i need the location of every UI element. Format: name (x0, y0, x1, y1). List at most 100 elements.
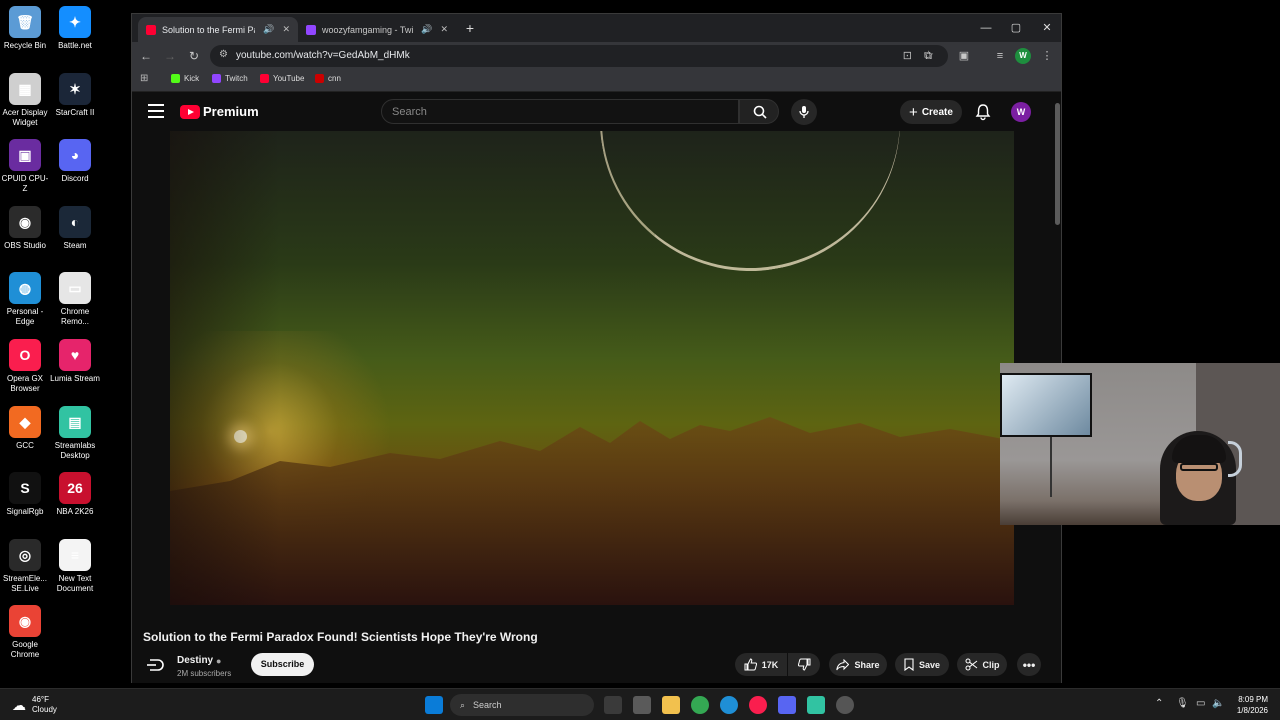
streamlabs-taskbar-icon[interactable] (807, 696, 825, 714)
desktop-icon[interactable]: 🗑 Recycle Bin (0, 6, 50, 51)
desktop-app-icon: ◎ (9, 538, 41, 571)
desktop-icon-label: New Text Document (56, 573, 94, 593)
desktop-app-icon: ▭ (59, 272, 91, 305)
dislike-button[interactable] (788, 653, 820, 676)
save-button[interactable]: Save (895, 653, 949, 676)
desktop-icon[interactable]: ◉ OBS Studio (0, 205, 50, 251)
search-input[interactable]: Search (381, 99, 739, 124)
address-bar[interactable]: ⚙ youtube.com/watch?v=GedAbM_dHMk ⊡ ☆ (210, 45, 948, 67)
more-actions-button[interactable]: ••• (1017, 653, 1041, 676)
tab-title: woozyfamgaming - Twitch (322, 24, 414, 35)
desktop-app-icon: ♥ (59, 339, 91, 371)
desktop-icon[interactable]: O Opera GX Browser (0, 339, 50, 394)
audio-icon[interactable]: 🔊 (421, 24, 432, 35)
desktop-icon[interactable]: ♥ Lumia Stream (50, 339, 100, 384)
site-info-icon[interactable]: ⚙ (219, 49, 228, 60)
back-arrow-icon[interactable]: ← (137, 47, 155, 65)
desktop-icon[interactable]: ▭ Chrome Remo... (50, 272, 100, 327)
network-icon[interactable]: ▭ (1196, 698, 1205, 709)
forward-arrow-icon[interactable]: → (161, 47, 179, 65)
desktop-icon[interactable]: ◕ Discord (50, 139, 100, 184)
desktop-icon[interactable]: ◐ Steam (50, 205, 100, 251)
twitch-favicon-icon (306, 24, 316, 35)
media-control-icon[interactable]: ≡ (992, 48, 1008, 64)
streamer-headset (1228, 441, 1242, 477)
desktop-app-icon: ✶ (59, 72, 91, 105)
url-text: youtube.com/watch?v=GedAbM_dHMk (236, 50, 410, 61)
channel-name[interactable]: Destiny (177, 655, 213, 666)
settings-taskbar-icon[interactable] (836, 696, 854, 714)
audio-icon[interactable]: 🔊 (263, 24, 274, 35)
close-tab-icon[interactable]: ✕ (440, 24, 448, 35)
clock[interactable]: 8:09 PM 1/8/2026 (1237, 694, 1268, 716)
desktop-icon[interactable]: ▦ Acer Display Widget (0, 72, 50, 128)
discord-taskbar-icon[interactable] (778, 696, 796, 714)
youtube-logo[interactable]: Premium (180, 104, 259, 119)
desktop-icon[interactable]: ◉ Google Chrome (0, 605, 50, 660)
chrome-taskbar-icon[interactable] (691, 696, 709, 714)
search-button[interactable] (739, 99, 779, 124)
desktop-icon[interactable]: S SignalRgb (0, 472, 50, 517)
reload-icon[interactable]: ↻ (185, 47, 203, 65)
hamburger-menu-icon[interactable] (148, 104, 164, 118)
subscribe-button[interactable]: Subscribe (251, 653, 314, 676)
desktop-icon[interactable]: ◆ GCC (0, 405, 50, 451)
bookmark-twitch[interactable]: Twitch (212, 74, 248, 83)
taskbar-search[interactable]: ⌕ Search (450, 694, 594, 716)
opera-gx-taskbar-icon[interactable] (749, 696, 767, 714)
desktop-icon[interactable]: ✦ Battle.net (50, 6, 100, 51)
desktop-icon-label: StreamEle... SE.Live (2, 573, 47, 593)
video-player[interactable] (170, 131, 1014, 605)
bookmark-kick[interactable]: Kick (171, 74, 199, 83)
desktop-icon-label: Battle.net (58, 41, 92, 50)
desktop-icon[interactable]: ▣ CPUID CPU-Z (0, 139, 50, 194)
volume-icon[interactable]: 🔈 (1212, 698, 1224, 709)
desktop-icon[interactable]: ≡ New Text Document (50, 538, 100, 594)
thumbs-down-icon (797, 658, 810, 671)
weather-widget[interactable]: ☁ 46°F Cloudy (12, 695, 57, 715)
profile-avatar[interactable]: W (1015, 48, 1031, 64)
desktop-icon-label: Personal - Edge (6, 307, 44, 327)
file-explorer-icon[interactable] (662, 696, 680, 714)
clip-button[interactable]: Clip (957, 653, 1007, 676)
microphone-icon (799, 106, 809, 118)
like-button[interactable]: 17K (735, 653, 787, 676)
voice-search-button[interactable] (791, 99, 817, 125)
desktop-icon[interactable]: ▤ Streamlabs Desktop (50, 405, 100, 461)
new-tab-button[interactable]: + (459, 19, 481, 37)
task-view-icon[interactable] (604, 696, 622, 714)
tray-chevron-icon[interactable]: ⌃ (1155, 698, 1163, 709)
widgets-icon[interactable] (633, 696, 651, 714)
extensions-icon[interactable]: ⧉ (920, 48, 936, 64)
close-tab-icon[interactable]: ✕ (282, 24, 290, 35)
apps-grid-icon[interactable]: ⊞ (140, 73, 148, 84)
install-app-icon[interactable]: ⊡ (903, 49, 912, 62)
desktop-icon[interactable]: ◍ Personal - Edge (0, 272, 50, 327)
account-avatar[interactable]: W (1011, 102, 1031, 122)
bookmark-youtube[interactable]: YouTube (260, 74, 304, 83)
minimize-button[interactable]: — (975, 19, 997, 37)
notifications-bell-icon[interactable] (974, 103, 992, 121)
scrollbar-thumb[interactable] (1055, 103, 1060, 225)
desktop-icon[interactable]: ◎ StreamEle... SE.Live (0, 538, 50, 594)
desktop-icon-label: GCC (16, 440, 34, 450)
desktop-icon-label: Google Chrome (10, 640, 40, 660)
create-button[interactable]: + Create (900, 100, 962, 124)
share-button[interactable]: Share (829, 653, 887, 676)
desktop-icon[interactable]: ✶ StarCraft II (50, 72, 100, 118)
tab-twitch[interactable]: woozyfamgaming - Twitch 🔊 ✕ (298, 17, 456, 42)
microphone-tray-icon[interactable]: 🎙 (1176, 698, 1189, 709)
bookmark-cnn[interactable]: cnn (315, 74, 341, 83)
windows-start-icon[interactable] (425, 696, 443, 714)
bookmarks-bar: ⊞ Kick Twitch YouTube cnn (132, 70, 1061, 92)
edge-taskbar-icon[interactable] (720, 696, 738, 714)
close-window-button[interactable]: ✕ (1036, 19, 1058, 37)
desktop-app-icon: ▦ (9, 72, 41, 105)
maximize-button[interactable]: ▢ (1005, 19, 1027, 37)
split-view-icon[interactable]: ▣ (956, 48, 972, 64)
desktop-icon[interactable]: 26 NBA 2K26 (50, 472, 100, 517)
more-menu-icon[interactable]: ⋮ (1039, 48, 1055, 64)
channel-avatar-icon[interactable] (147, 655, 165, 673)
tab-youtube[interactable]: Solution to the Fermi Parad 🔊 ✕ (138, 17, 298, 42)
desktop-app-icon: ≡ (59, 538, 91, 571)
